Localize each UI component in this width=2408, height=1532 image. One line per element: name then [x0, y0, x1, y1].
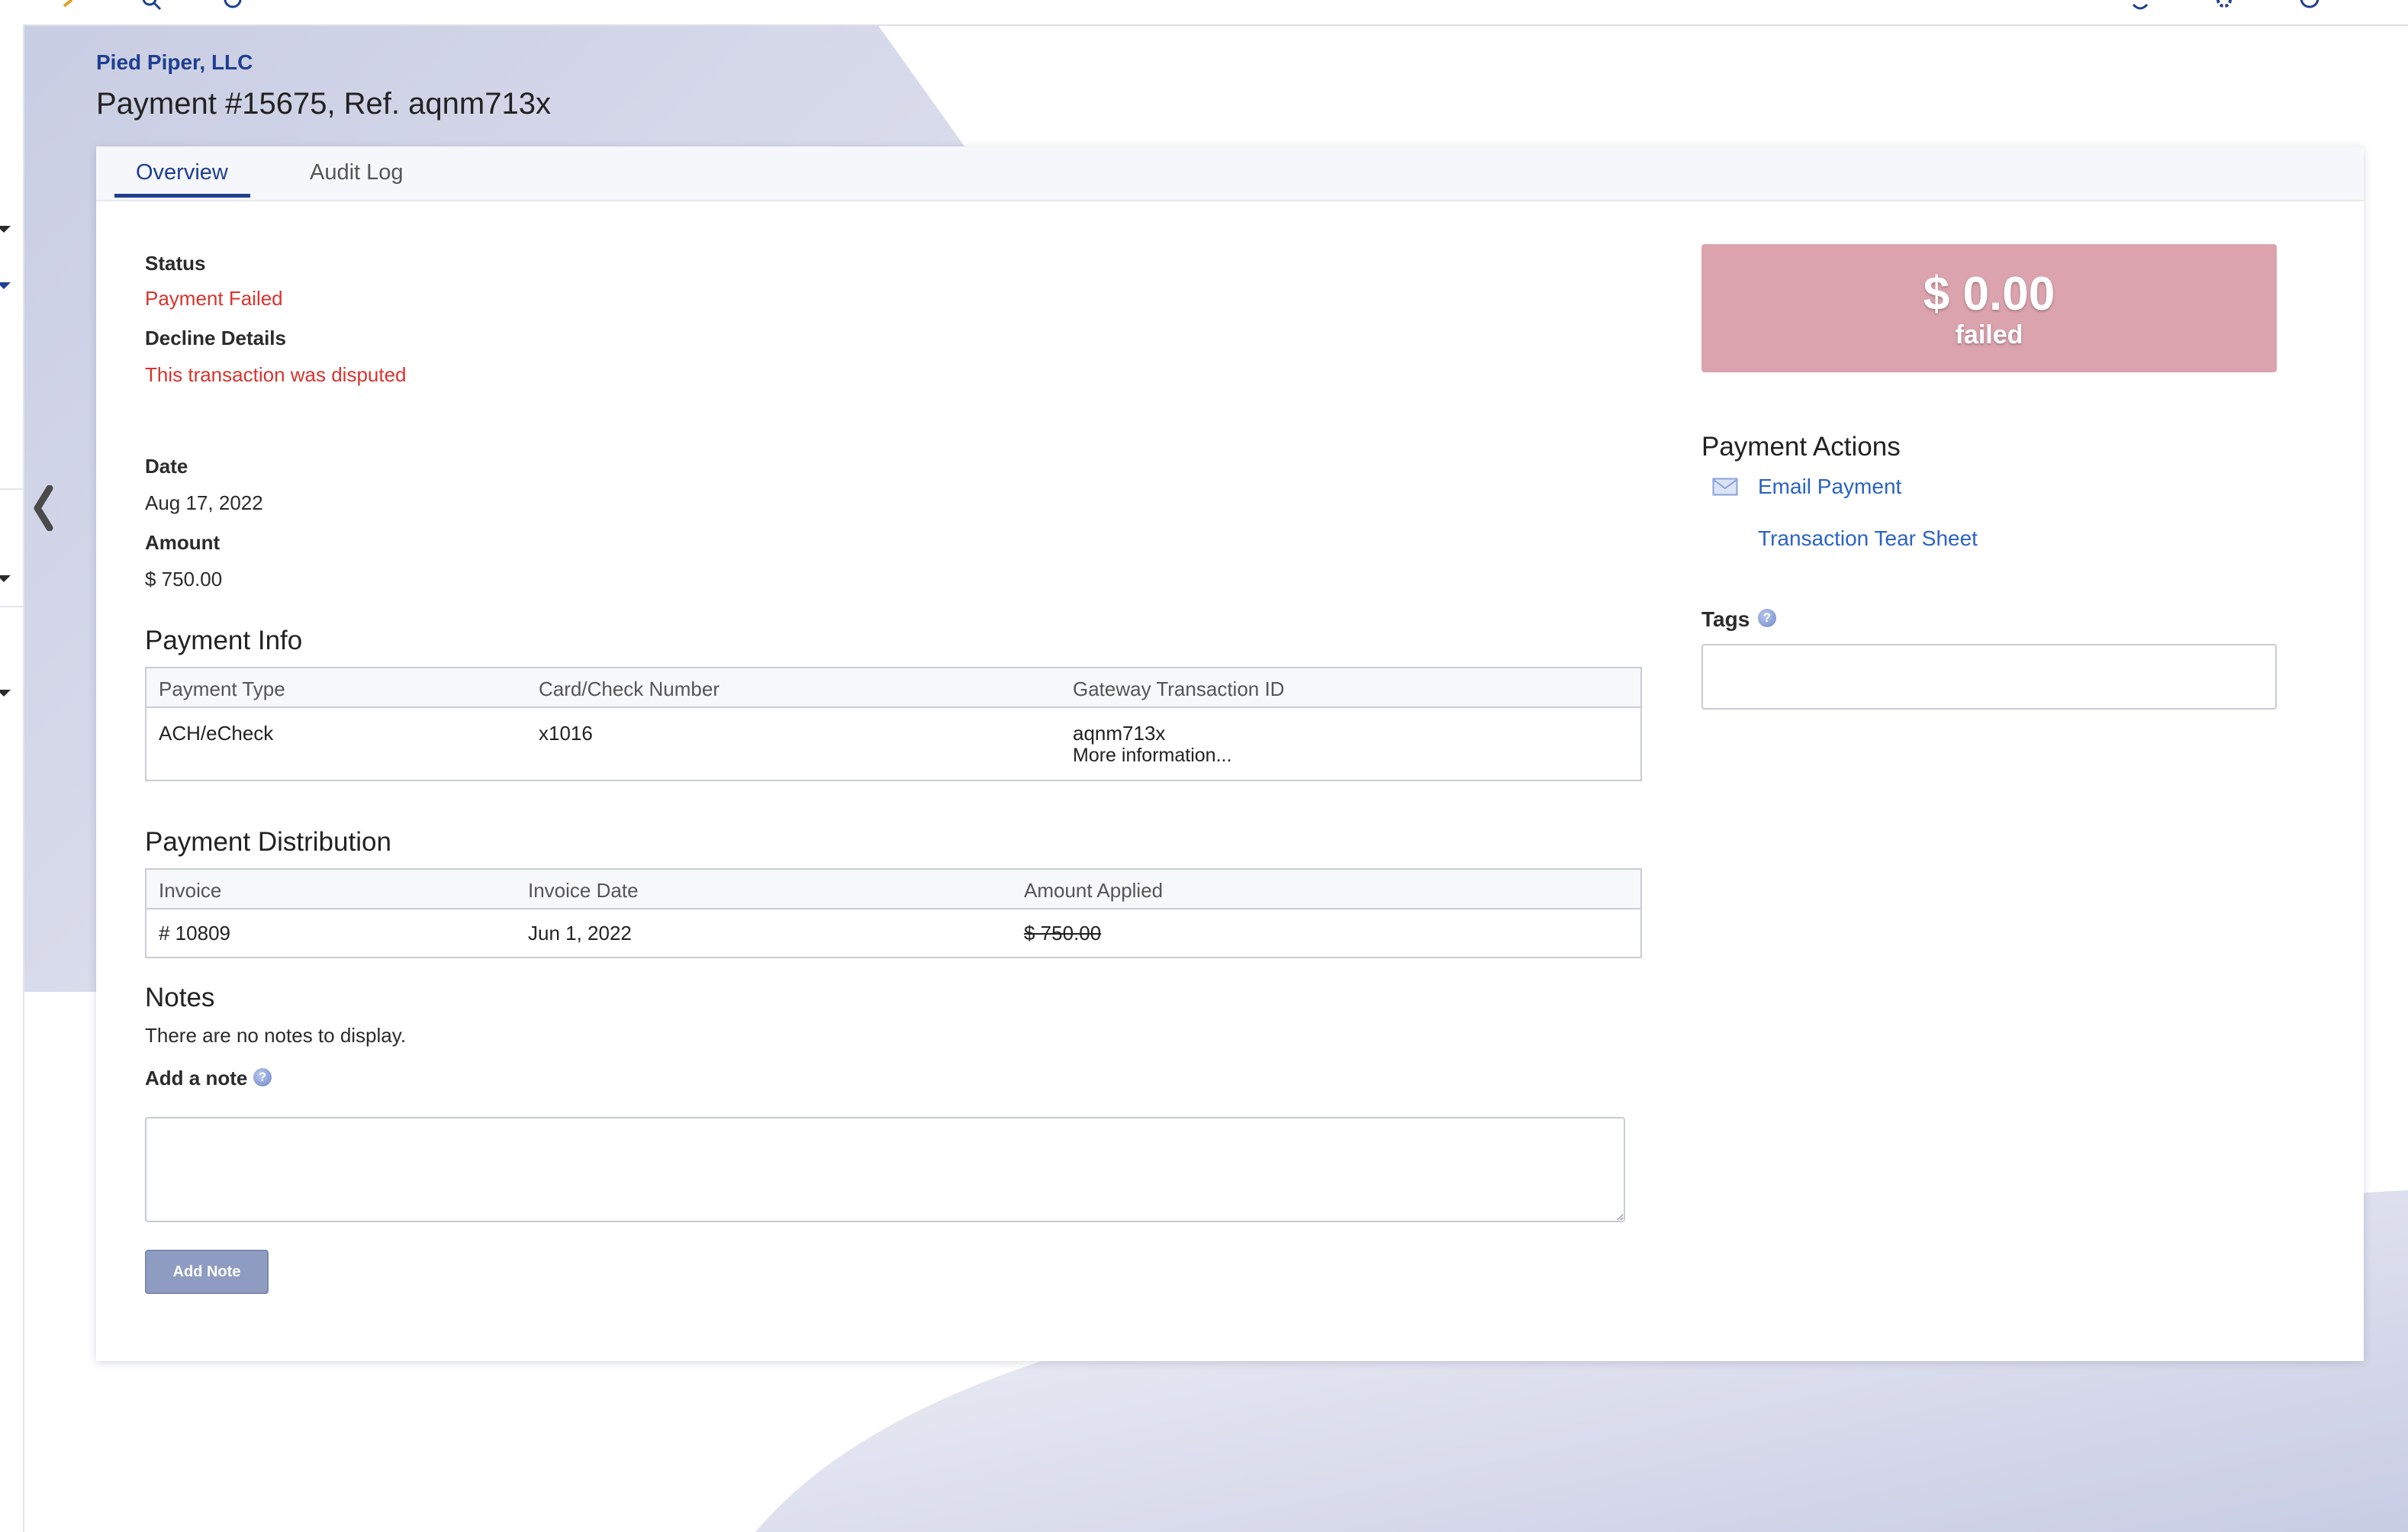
- help-icon[interactable]: ?: [253, 1068, 272, 1086]
- tab-bar: Overview Audit Log: [96, 146, 2364, 201]
- help-icon[interactable]: ?: [1758, 609, 1776, 627]
- sidebar: [0, 24, 24, 1532]
- summary-state: failed: [1955, 320, 2023, 349]
- summary-amount: $ 0.00: [1923, 268, 2055, 320]
- active-tab-indicator: [114, 194, 250, 198]
- status-value: Payment Failed: [145, 287, 283, 310]
- table-header: Payment Type Card/Check Number Gateway T…: [146, 668, 1640, 708]
- column-header: Invoice: [159, 879, 222, 902]
- amount-applied-cell: $ 750.00: [1024, 922, 1102, 945]
- chevron-down-icon[interactable]: [0, 690, 11, 697]
- payment-amount-summary: $ 0.00 failed: [1701, 244, 2277, 372]
- search-icon[interactable]: [140, 0, 163, 12]
- sidebar-divider: [0, 606, 23, 607]
- notes-empty-text: There are no notes to display.: [145, 1024, 407, 1047]
- chevron-left-icon: [34, 485, 53, 531]
- payment-distribution-title: Payment Distribution: [145, 827, 391, 857]
- logo-icon: [63, 0, 73, 8]
- tab-overview[interactable]: Overview: [136, 160, 228, 185]
- gateway-id-cell: aqnm713x: [1073, 722, 1166, 745]
- note-textarea[interactable]: [145, 1117, 1625, 1222]
- tags-label: Tags: [1701, 607, 1750, 631]
- payment-info-title: Payment Info: [145, 626, 303, 655]
- column-header: Payment Type: [159, 677, 285, 700]
- status-label: Status: [145, 252, 206, 275]
- decline-details-label: Decline Details: [145, 327, 286, 349]
- payment-card: Overview Audit Log Status Payment Failed…: [96, 146, 2364, 1361]
- table-header: Invoice Invoice Date Amount Applied: [146, 870, 1640, 909]
- email-payment-link[interactable]: Email Payment: [1758, 475, 1901, 499]
- transaction-tear-sheet-link[interactable]: Transaction Tear Sheet: [1758, 526, 1978, 551]
- chevron-down-icon[interactable]: [0, 282, 11, 289]
- card-number-cell: x1016: [539, 722, 593, 745]
- tags-input[interactable]: [1701, 644, 2277, 710]
- add-note-label: Add a note: [145, 1067, 248, 1089]
- chevron-down-icon[interactable]: [0, 575, 11, 582]
- history-icon[interactable]: [221, 0, 244, 12]
- payment-distribution-table: Invoice Invoice Date Amount Applied # 10…: [145, 868, 1642, 958]
- date-value: Aug 17, 2022: [145, 491, 263, 514]
- invoice-date-cell: Jun 1, 2022: [528, 922, 632, 945]
- payment-actions-title: Payment Actions: [1701, 432, 1901, 462]
- envelope-icon: [1712, 478, 1738, 496]
- more-information-link[interactable]: More information...: [1073, 745, 1231, 767]
- notifications-icon[interactable]: [2129, 0, 2152, 12]
- top-bar: [0, 0, 2408, 26]
- invoice-link[interactable]: # 10809: [159, 922, 230, 945]
- collapse-sidebar-button[interactable]: [26, 479, 60, 537]
- tab-audit-log[interactable]: Audit Log: [310, 160, 404, 185]
- notes-title: Notes: [145, 983, 215, 1012]
- amount-label: Amount: [145, 531, 221, 554]
- date-label: Date: [145, 455, 188, 478]
- page-title: Payment #15675, Ref. aqnm713x: [96, 87, 551, 121]
- column-header: Gateway Transaction ID: [1073, 677, 1285, 700]
- payment-info-table: Payment Type Card/Check Number Gateway T…: [145, 667, 1642, 781]
- user-icon[interactable]: [2298, 0, 2321, 12]
- decline-details-value: This transaction was disputed: [145, 363, 407, 386]
- column-header: Card/Check Number: [539, 677, 720, 700]
- column-header: Amount Applied: [1024, 879, 1164, 902]
- column-header: Invoice Date: [528, 879, 639, 902]
- amount-value: $ 750.00: [145, 568, 223, 591]
- add-note-button[interactable]: Add Note: [145, 1250, 269, 1294]
- sidebar-divider: [0, 488, 23, 490]
- payment-type-cell: ACH/eCheck: [159, 722, 274, 745]
- company-name[interactable]: Pied Piper, LLC: [96, 50, 253, 75]
- settings-icon[interactable]: [2213, 0, 2236, 12]
- chevron-down-icon[interactable]: [0, 226, 11, 233]
